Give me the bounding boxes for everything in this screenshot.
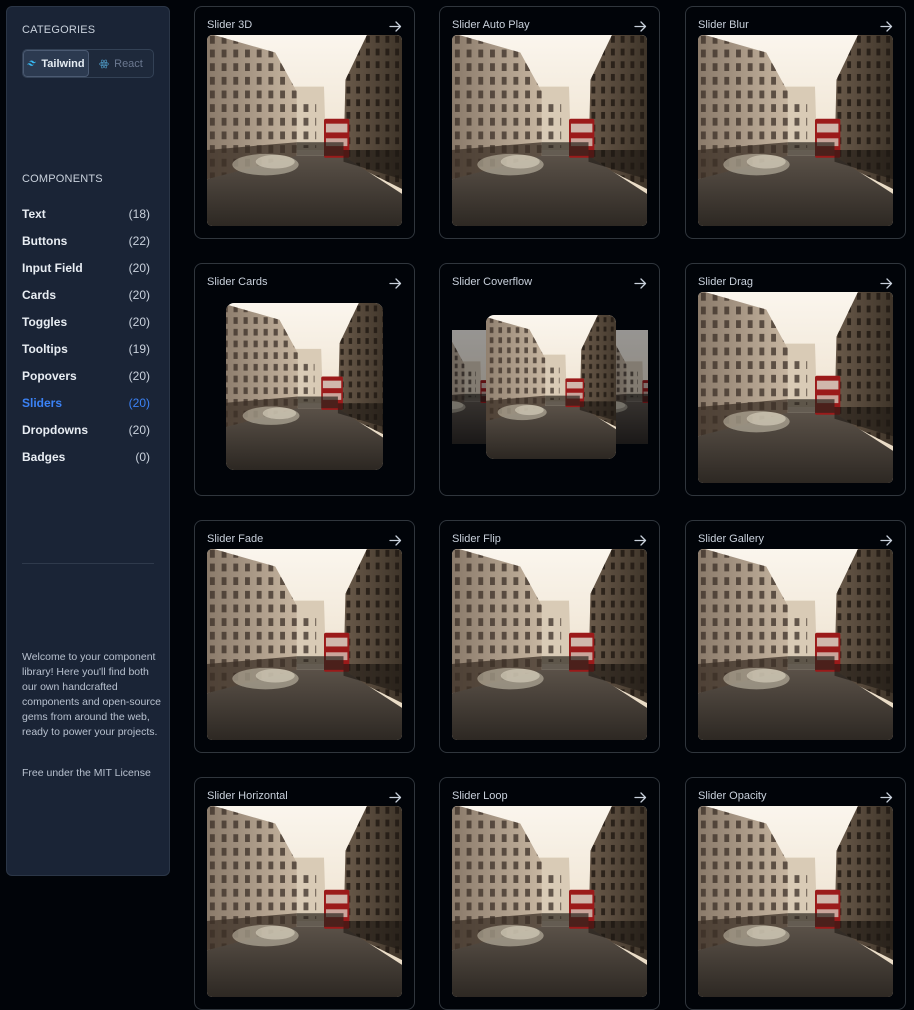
slide-image xyxy=(207,806,402,997)
arrow-right-icon[interactable] xyxy=(634,533,647,546)
components-heading: COMPONENTS xyxy=(22,173,103,185)
react-toggle-button[interactable]: React xyxy=(89,50,153,77)
slide-image xyxy=(226,303,383,470)
slider-fade-card[interactable]: Slider Fade xyxy=(194,520,415,753)
component-item-count: (18) xyxy=(128,206,150,221)
arrow-right-icon[interactable] xyxy=(880,276,893,289)
side-slide-image xyxy=(452,330,486,444)
welcome-text: Welcome to your component library! Here … xyxy=(22,651,161,738)
card-title: Slider Flip xyxy=(452,533,501,545)
slide-image xyxy=(698,549,893,740)
arrow-right-icon[interactable] xyxy=(880,790,893,803)
component-item-label: Cards xyxy=(22,287,57,302)
card-title: Slider Opacity xyxy=(698,790,767,802)
slider-opacity-card[interactable]: Slider Opacity xyxy=(685,777,906,1010)
card-title: Slider 3D xyxy=(207,19,253,31)
sidebar-divider xyxy=(22,563,154,564)
component-item-text[interactable]: Text (18) xyxy=(22,200,150,227)
tailwind-toggle-button[interactable]: Tailwind xyxy=(23,50,89,77)
slider-flip-card[interactable]: Slider Flip xyxy=(439,520,660,753)
slider-3d-card[interactable]: Slider 3D xyxy=(194,6,415,239)
component-item-count: (20) xyxy=(128,422,150,437)
component-item-popovers[interactable]: Popovers (20) xyxy=(22,362,150,389)
arrow-right-icon[interactable] xyxy=(389,790,402,803)
component-item-label: Popovers xyxy=(22,368,77,383)
component-item-input-field[interactable]: Input Field (20) xyxy=(22,254,150,281)
slide-image xyxy=(207,35,402,226)
arrow-right-icon[interactable] xyxy=(634,19,647,32)
sidebar: CATEGORIES Tailwind React COMPONENTS Tex… xyxy=(6,6,170,876)
component-item-count: (20) xyxy=(128,260,150,275)
component-item-sliders[interactable]: Sliders (20) xyxy=(22,389,150,416)
tailwind-icon xyxy=(27,60,37,66)
component-item-label: Toggles xyxy=(22,314,68,329)
card-title: Slider Blur xyxy=(698,19,749,31)
arrow-right-icon[interactable] xyxy=(389,19,402,32)
card-title: Slider Cards xyxy=(207,276,268,288)
component-item-label: Dropdowns xyxy=(22,422,88,437)
card-title: Slider Drag xyxy=(698,276,754,288)
slide-image xyxy=(698,292,893,483)
card-title: Slider Horizontal xyxy=(207,790,288,802)
arrow-right-icon[interactable] xyxy=(880,19,893,32)
component-item-count: (20) xyxy=(128,314,150,329)
slide-image xyxy=(452,549,647,740)
slider-gallery-card[interactable]: Slider Gallery xyxy=(685,520,906,753)
component-item-buttons[interactable]: Buttons (22) xyxy=(22,227,150,254)
slider-blur-card[interactable]: Slider Blur xyxy=(685,6,906,239)
arrow-right-icon[interactable] xyxy=(880,533,893,546)
component-item-label: Buttons xyxy=(22,233,68,248)
component-item-count: (20) xyxy=(128,395,150,410)
slide-image xyxy=(698,35,893,226)
tailwind-toggle-label: Tailwind xyxy=(41,57,85,70)
slider-coverflow-card[interactable]: Slider Coverflow xyxy=(439,263,660,496)
component-item-tooltips[interactable]: Tooltips (19) xyxy=(22,335,150,362)
react-icon xyxy=(99,59,109,68)
slide-image xyxy=(486,315,616,459)
components-list: Text (18) Buttons (22) Input Field (20) Cards (… xyxy=(22,200,150,470)
slide-image xyxy=(452,35,647,226)
react-toggle-label: React xyxy=(114,57,143,70)
card-title: Slider Coverflow xyxy=(452,276,533,288)
side-slide-image xyxy=(614,330,648,444)
component-item-badges[interactable]: Badges (0) xyxy=(22,443,150,470)
component-item-dropdowns[interactable]: Dropdowns (20) xyxy=(22,416,150,443)
component-item-count: (0) xyxy=(135,449,150,464)
component-item-count: (20) xyxy=(128,287,150,302)
component-item-toggles[interactable]: Toggles (20) xyxy=(22,308,150,335)
license-text: Free under the MIT License xyxy=(22,767,151,779)
card-title: Slider Loop xyxy=(452,790,508,802)
component-item-label: Badges xyxy=(22,449,66,464)
component-item-count: (20) xyxy=(128,368,150,383)
slide-image xyxy=(452,806,647,997)
categories-heading: CATEGORIES xyxy=(22,24,96,36)
component-item-label: Tooltips xyxy=(22,341,68,356)
framework-toggle: Tailwind React xyxy=(22,49,154,78)
card-title: Slider Auto Play xyxy=(452,19,530,31)
arrow-right-icon[interactable] xyxy=(389,533,402,546)
slide-image xyxy=(207,549,402,740)
card-title: Slider Fade xyxy=(207,533,264,545)
slider-drag-card[interactable]: Slider Drag xyxy=(685,263,906,496)
card-title: Slider Gallery xyxy=(698,533,765,545)
slide-image xyxy=(698,806,893,997)
component-item-count: (19) xyxy=(128,341,150,356)
slider-loop-card[interactable]: Slider Loop xyxy=(439,777,660,1010)
component-item-cards[interactable]: Cards (20) xyxy=(22,281,150,308)
component-item-label: Sliders xyxy=(22,395,63,410)
arrow-right-icon[interactable] xyxy=(634,276,647,289)
component-item-label: Input Field xyxy=(22,260,83,275)
slider-cards-card[interactable]: Slider Cards xyxy=(194,263,415,496)
slider-horizontal-card[interactable]: Slider Horizontal xyxy=(194,777,415,1010)
arrow-right-icon[interactable] xyxy=(634,790,647,803)
arrow-right-icon[interactable] xyxy=(389,276,402,289)
component-item-count: (22) xyxy=(128,233,150,248)
component-item-label: Text xyxy=(22,206,46,221)
slider-auto-play-card[interactable]: Slider Auto Play xyxy=(439,6,660,239)
